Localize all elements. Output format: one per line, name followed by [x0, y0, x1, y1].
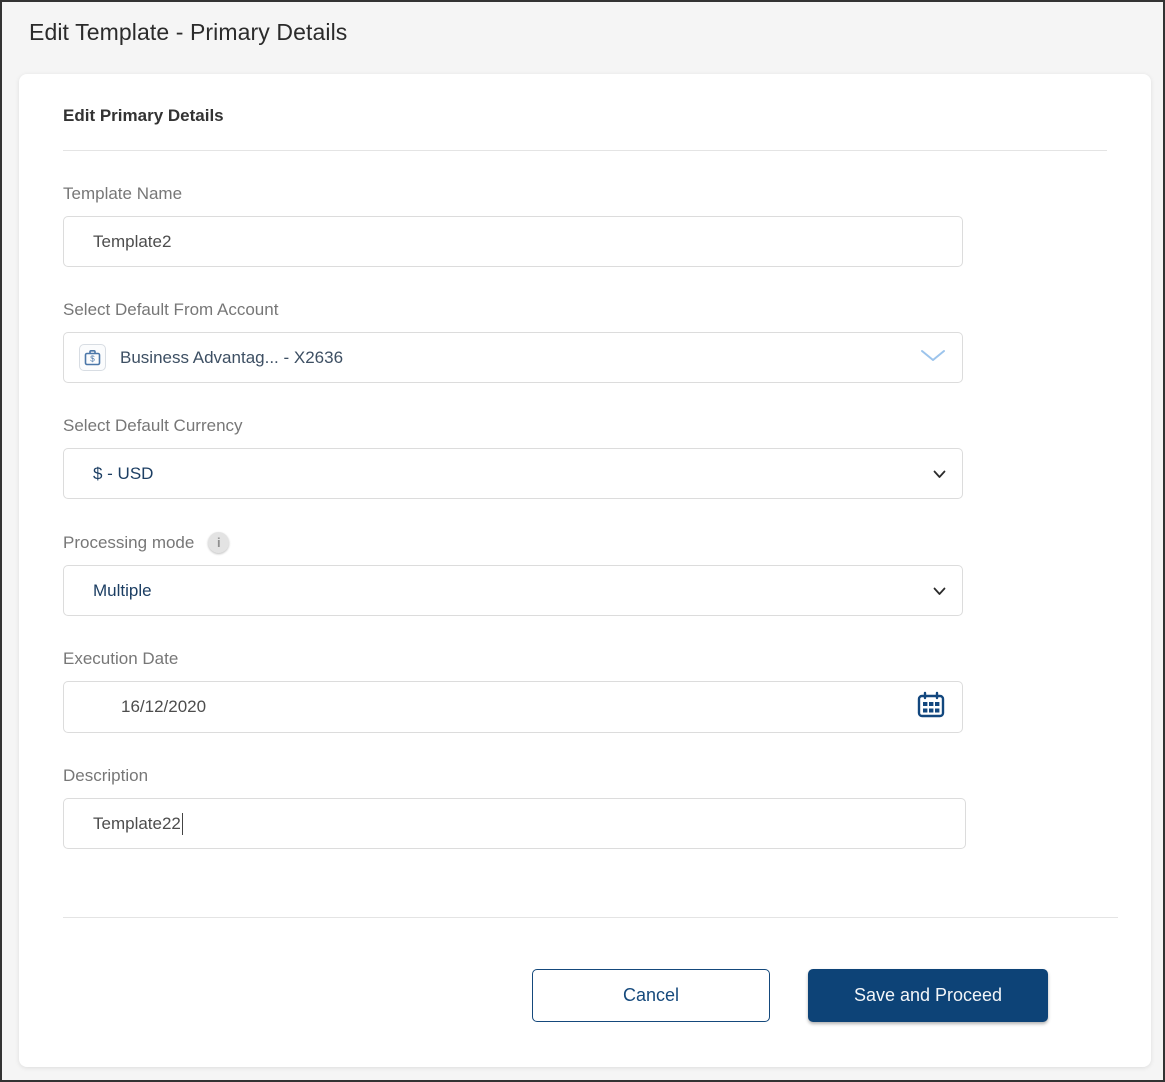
currency-value: $ - USD — [93, 464, 933, 484]
svg-text:$: $ — [90, 355, 95, 364]
page-title: Edit Template - Primary Details — [29, 19, 1163, 46]
chevron-down-icon — [933, 464, 946, 484]
edit-primary-details-card: Edit Primary Details Template Name Selec… — [19, 74, 1151, 1067]
from-account-dropdown[interactable]: $ Business Advantag... - X2636 — [63, 332, 963, 383]
execution-date-field[interactable]: 16/12/2020 — [63, 681, 963, 733]
processing-mode-label: Processing mode i — [63, 532, 1107, 553]
page-header: Edit Template - Primary Details — [2, 2, 1163, 72]
text-caret — [182, 813, 183, 835]
action-bar: Cancel Save and Proceed — [63, 969, 1107, 1022]
briefcase-dollar-icon: $ — [79, 344, 106, 371]
description-value: Template22 — [93, 814, 181, 834]
card-heading: Edit Primary Details — [63, 106, 1107, 126]
template-name-input[interactable] — [63, 216, 963, 267]
cancel-button[interactable]: Cancel — [532, 969, 770, 1022]
chevron-down-icon — [933, 581, 946, 601]
description-label: Description — [63, 766, 1107, 786]
execution-date-value: 16/12/2020 — [121, 697, 916, 717]
currency-select[interactable]: $ - USD — [63, 448, 963, 499]
processing-mode-label-text: Processing mode — [63, 533, 194, 553]
processing-mode-select[interactable]: Multiple — [63, 565, 963, 616]
footer-divider — [63, 917, 1118, 918]
from-account-label: Select Default From Account — [63, 300, 1107, 320]
info-icon[interactable]: i — [208, 532, 229, 553]
currency-label: Select Default Currency — [63, 416, 1107, 436]
from-account-value: Business Advantag... - X2636 — [120, 348, 920, 368]
description-input[interactable]: Template22 — [63, 798, 966, 849]
divider — [63, 150, 1107, 151]
save-and-proceed-button[interactable]: Save and Proceed — [808, 969, 1048, 1022]
execution-date-label: Execution Date — [63, 649, 1107, 669]
calendar-icon[interactable] — [916, 690, 946, 725]
chevron-down-icon — [920, 348, 946, 368]
template-name-label: Template Name — [63, 184, 1107, 204]
processing-mode-value: Multiple — [93, 581, 933, 601]
screen-frame: Edit Template - Primary Details Edit Pri… — [0, 0, 1165, 1082]
